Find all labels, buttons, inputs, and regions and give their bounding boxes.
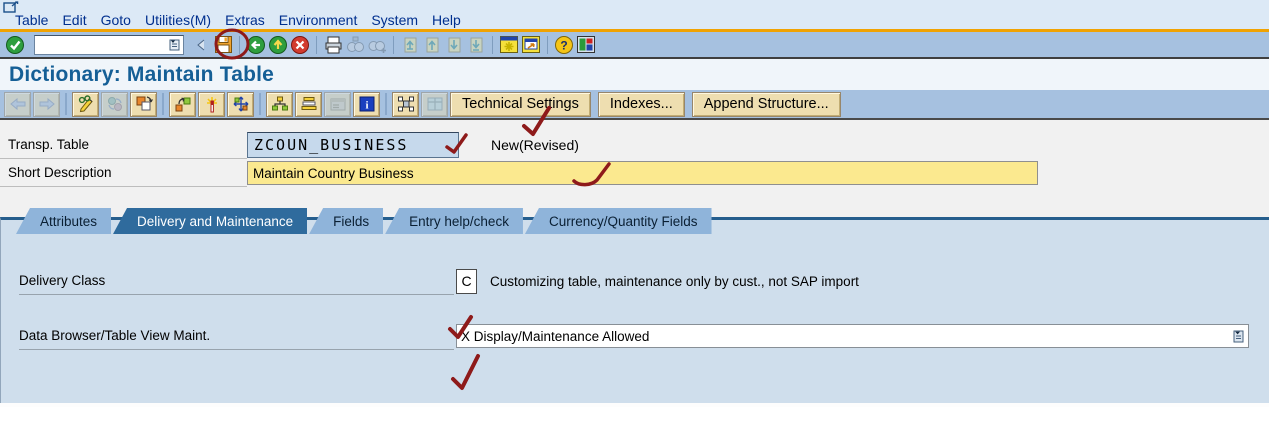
previous-icon <box>4 91 31 117</box>
menu-edit[interactable]: Edit <box>55 12 93 28</box>
toolbar-separator <box>547 35 548 54</box>
short-description-label: Short Description <box>0 159 247 187</box>
delivery-class-label: Delivery Class <box>19 267 454 295</box>
tab-entry-help-check[interactable]: Entry help/check <box>385 208 523 234</box>
runtime-object-icon[interactable] <box>227 91 254 117</box>
appbar-separator <box>259 93 261 115</box>
menu-help[interactable]: Help <box>425 12 468 28</box>
collapse-icon[interactable] <box>190 34 212 56</box>
tab-attributes[interactable]: Attributes <box>16 208 112 234</box>
transp-table-row: Transp. Table ZCOUN_BUSINESS New(Revised… <box>0 131 1269 159</box>
menu-environment[interactable]: Environment <box>272 12 365 28</box>
sort-icon[interactable] <box>295 91 322 117</box>
refresh-icon <box>101 91 128 117</box>
data-browser-dropdown[interactable]: X Display/Maintenance Allowed <box>456 324 1249 348</box>
save-icon[interactable] <box>212 34 234 56</box>
delivery-class-field[interactable]: C <box>456 268 477 294</box>
help-icon[interactable]: ? <box>553 34 575 56</box>
next-icon <box>33 91 60 117</box>
menu-utilities[interactable]: Utilities(M) <box>138 12 218 28</box>
toolbar-separator <box>316 35 317 54</box>
tab-delivery-and-maintenance[interactable]: Delivery and Maintenance <box>113 208 308 234</box>
display-change-icon[interactable] <box>72 91 99 117</box>
back-icon[interactable] <box>245 34 267 56</box>
first-page-icon <box>399 34 421 56</box>
menu-table[interactable]: Table <box>8 12 55 28</box>
copy-icon[interactable] <box>130 91 157 117</box>
tab-fields[interactable]: Fields <box>309 208 384 234</box>
data-browser-row: Data Browser/Table View Maint. X Display… <box>19 322 1249 350</box>
customize-layout-icon[interactable] <box>575 34 597 56</box>
command-dropdown-icon[interactable] <box>167 36 183 54</box>
appbar-separator <box>162 93 164 115</box>
data-browser-value: X Display/Maintenance Allowed <box>461 328 650 344</box>
menu-system[interactable]: System <box>364 12 425 28</box>
delivery-maintenance-panel: Delivery Class C Customizing table, main… <box>0 217 1269 403</box>
form-area: Transp. Table ZCOUN_BUSINESS New(Revised… <box>0 120 1269 234</box>
bottom-strip <box>0 403 1269 407</box>
append-structure-button[interactable]: Append Structure... <box>691 91 841 117</box>
where-used-icon[interactable] <box>169 91 196 117</box>
find-icon <box>344 34 366 56</box>
create-shortcut-icon[interactable] <box>520 34 542 56</box>
toolbar-separator <box>492 35 493 54</box>
exit-icon[interactable] <box>267 34 289 56</box>
tabstrip: Attributes Delivery and Maintenance Fiel… <box>16 208 1269 234</box>
data-browser-label: Data Browser/Table View Maint. <box>19 322 454 350</box>
page-down-icon <box>443 34 465 56</box>
appbar-separator <box>65 93 67 115</box>
grid-icon <box>421 91 448 117</box>
toolbar-separator <box>239 35 240 54</box>
toolbar-separator <box>393 35 394 54</box>
indexes-button[interactable]: Indexes... <box>597 91 685 117</box>
table-contents-icon <box>324 91 351 117</box>
menu-row: Table Edit Goto Utilities(M) Extras Envi… <box>0 0 1269 29</box>
application-toolbar: i Technical Settings Indexes... Append S… <box>0 90 1269 120</box>
page-title: Dictionary: Maintain Table <box>9 62 275 86</box>
transp-table-label: Transp. Table <box>0 131 247 159</box>
hierarchy-icon[interactable] <box>266 91 293 117</box>
short-description-row: Short Description Maintain Country Busin… <box>0 159 1269 187</box>
menu-extras[interactable]: Extras <box>218 12 272 28</box>
appbar-separator <box>385 93 387 115</box>
svg-text:i: i <box>365 100 368 112</box>
table-status: New(Revised) <box>491 137 579 153</box>
documentation-icon[interactable]: i <box>353 91 380 117</box>
cancel-icon[interactable] <box>289 34 311 56</box>
standard-toolbar: ? <box>0 32 1269 59</box>
delivery-class-row: Delivery Class C Customizing table, main… <box>19 267 859 295</box>
enter-icon[interactable] <box>4 34 26 56</box>
command-field[interactable] <box>34 34 184 55</box>
short-description-field[interactable]: Maintain Country Business <box>247 161 1038 185</box>
menu-goto[interactable]: Goto <box>94 12 138 28</box>
find-next-icon <box>366 34 388 56</box>
menubar: Table Edit Goto Utilities(M) Extras Envi… <box>8 12 468 28</box>
page-up-icon <box>421 34 443 56</box>
last-page-icon <box>465 34 487 56</box>
title-row: Dictionary: Maintain Table <box>0 59 1269 90</box>
technical-settings-button[interactable]: Technical Settings <box>450 91 591 117</box>
new-session-icon[interactable] <box>498 34 520 56</box>
delivery-class-description: Customizing table, maintenance only by c… <box>490 273 859 289</box>
transp-table-field[interactable]: ZCOUN_BUSINESS <box>247 132 459 158</box>
svg-text:?: ? <box>560 38 567 52</box>
graphic-icon[interactable] <box>392 91 419 117</box>
activate-icon[interactable] <box>198 91 225 117</box>
dropdown-icon[interactable] <box>1230 325 1248 347</box>
tab-currency-quantity-fields[interactable]: Currency/Quantity Fields <box>524 208 712 234</box>
print-icon[interactable] <box>322 34 344 56</box>
